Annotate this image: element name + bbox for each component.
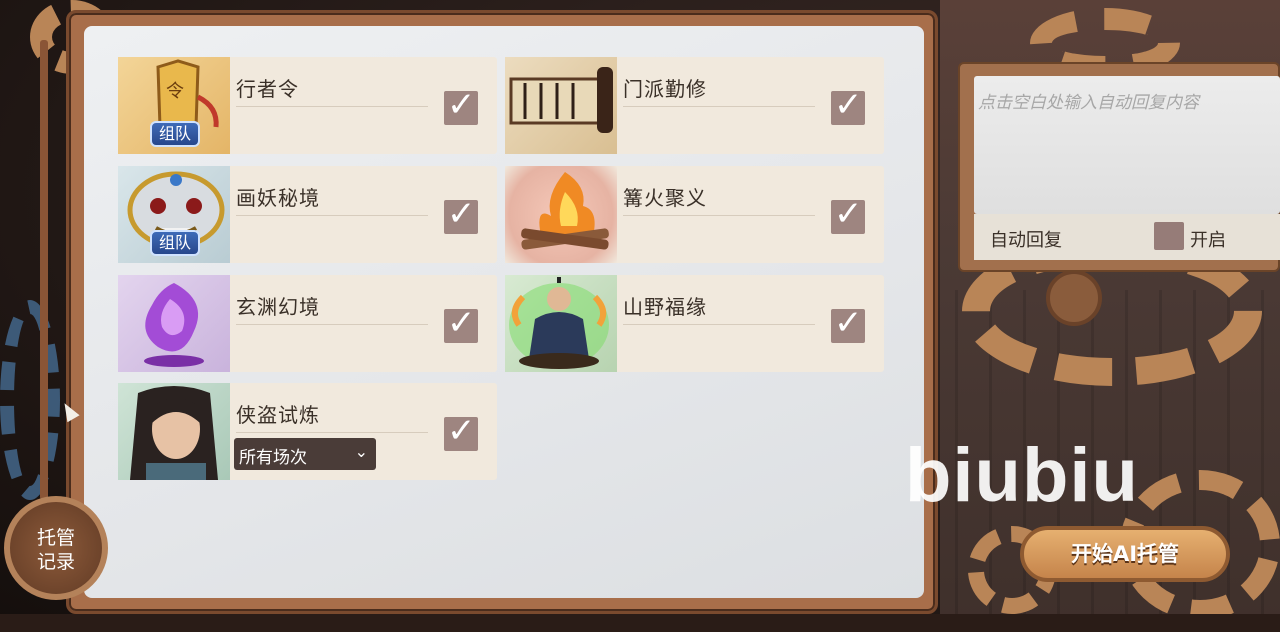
activity-card-xiadaoshilian[interactable]: 侠盗试炼 所有场次 ⌄ ✓ [118, 383, 497, 480]
divider [236, 432, 428, 433]
session-dropdown[interactable]: 所有场次 ⌄ [234, 438, 376, 470]
check-icon: ✓ [834, 194, 863, 234]
divider [236, 215, 428, 216]
hosting-records-button[interactable]: 托管 记录 [4, 496, 108, 600]
activity-image-gouhuojuyi [505, 166, 617, 263]
check-icon: ✓ [834, 303, 863, 343]
activity-card-menpaiqinxiu[interactable]: 门派勤修 ✓ [505, 57, 884, 154]
divider [623, 106, 815, 107]
check-icon: ✓ [447, 85, 476, 125]
divider [236, 106, 428, 107]
auto-reply-label: 自动回复 [990, 230, 1062, 251]
activity-card-gouhuojuyi[interactable]: 篝火聚义 ✓ [505, 166, 884, 263]
bonfire-icon [521, 172, 609, 250]
activity-checkbox[interactable]: ✓ [831, 303, 865, 343]
check-icon: ✓ [447, 411, 476, 451]
scroll-icon [509, 67, 613, 133]
start-ai-hosting-button[interactable]: 开始AI托管 [1020, 526, 1230, 582]
auto-reply-toggle-label: 开启 [1190, 230, 1226, 251]
check-icon: ✓ [447, 303, 476, 343]
activity-title: 门派勤修 [623, 77, 707, 101]
activity-card-shanyefuyuan[interactable]: 山野福缘 ✓ [505, 275, 884, 372]
activity-title: 篝火聚义 [623, 186, 707, 210]
activity-title: 山野福缘 [623, 295, 707, 319]
activity-image-xiadaoshilian [118, 383, 230, 480]
activity-title: 行者令 [236, 77, 299, 101]
activity-checkbox[interactable]: ✓ [444, 303, 478, 343]
svg-text:令: 令 [166, 81, 184, 102]
gear-hub-mid-right [1046, 270, 1102, 326]
activity-title: 玄渊幻境 [236, 295, 320, 319]
watermark: biubiu [905, 433, 1139, 518]
activity-image-menpaiqinxiu [505, 57, 617, 154]
divider [623, 215, 815, 216]
auto-reply-placeholder: 点击空白处输入自动回复内容 [978, 93, 1199, 113]
activity-card-xuanyuanhuanjing[interactable]: 玄渊幻境 ✓ [118, 275, 497, 372]
check-icon: ✓ [447, 194, 476, 234]
activity-title: 侠盗试炼 [236, 403, 320, 427]
activity-card-huayaomijing[interactable]: 组队 画妖秘境 ✓ [118, 166, 497, 263]
chevron-down-icon: ⌄ [354, 442, 368, 461]
activity-title: 画妖秘境 [236, 186, 320, 210]
auto-reply-toggle[interactable] [1154, 222, 1184, 250]
activity-checkbox[interactable]: ✓ [444, 194, 478, 234]
gear-decoration-left [0, 300, 60, 500]
activity-checkbox[interactable]: ✓ [831, 194, 865, 234]
activity-checkbox[interactable]: ✓ [444, 85, 478, 125]
activity-image-xingzheling: 令 组队 [118, 57, 230, 154]
purple-crystal-icon [144, 283, 204, 367]
records-label-line1: 托管 [36, 527, 75, 549]
records-label-line2: 记录 [36, 551, 75, 573]
divider [236, 324, 428, 325]
activity-image-huayaomijing: 组队 [118, 166, 230, 263]
swordsman-portrait-icon [130, 386, 218, 480]
activity-card-xingzheling[interactable]: 令 组队 行者令 ✓ [118, 57, 497, 154]
activity-image-xuanyuanhuanjing [118, 275, 230, 372]
divider [623, 324, 815, 325]
meditating-figure-icon [509, 277, 609, 369]
team-badge: 组队 [150, 121, 200, 147]
team-badge: 组队 [150, 230, 200, 256]
left-rail [40, 40, 48, 500]
bottom-bar [0, 614, 1280, 632]
activity-checkbox[interactable]: ✓ [444, 411, 478, 451]
check-icon: ✓ [834, 85, 863, 125]
activity-checkbox[interactable]: ✓ [831, 85, 865, 125]
activity-image-shanyefuyuan [505, 275, 617, 372]
dropdown-value: 所有场次 [239, 448, 307, 468]
